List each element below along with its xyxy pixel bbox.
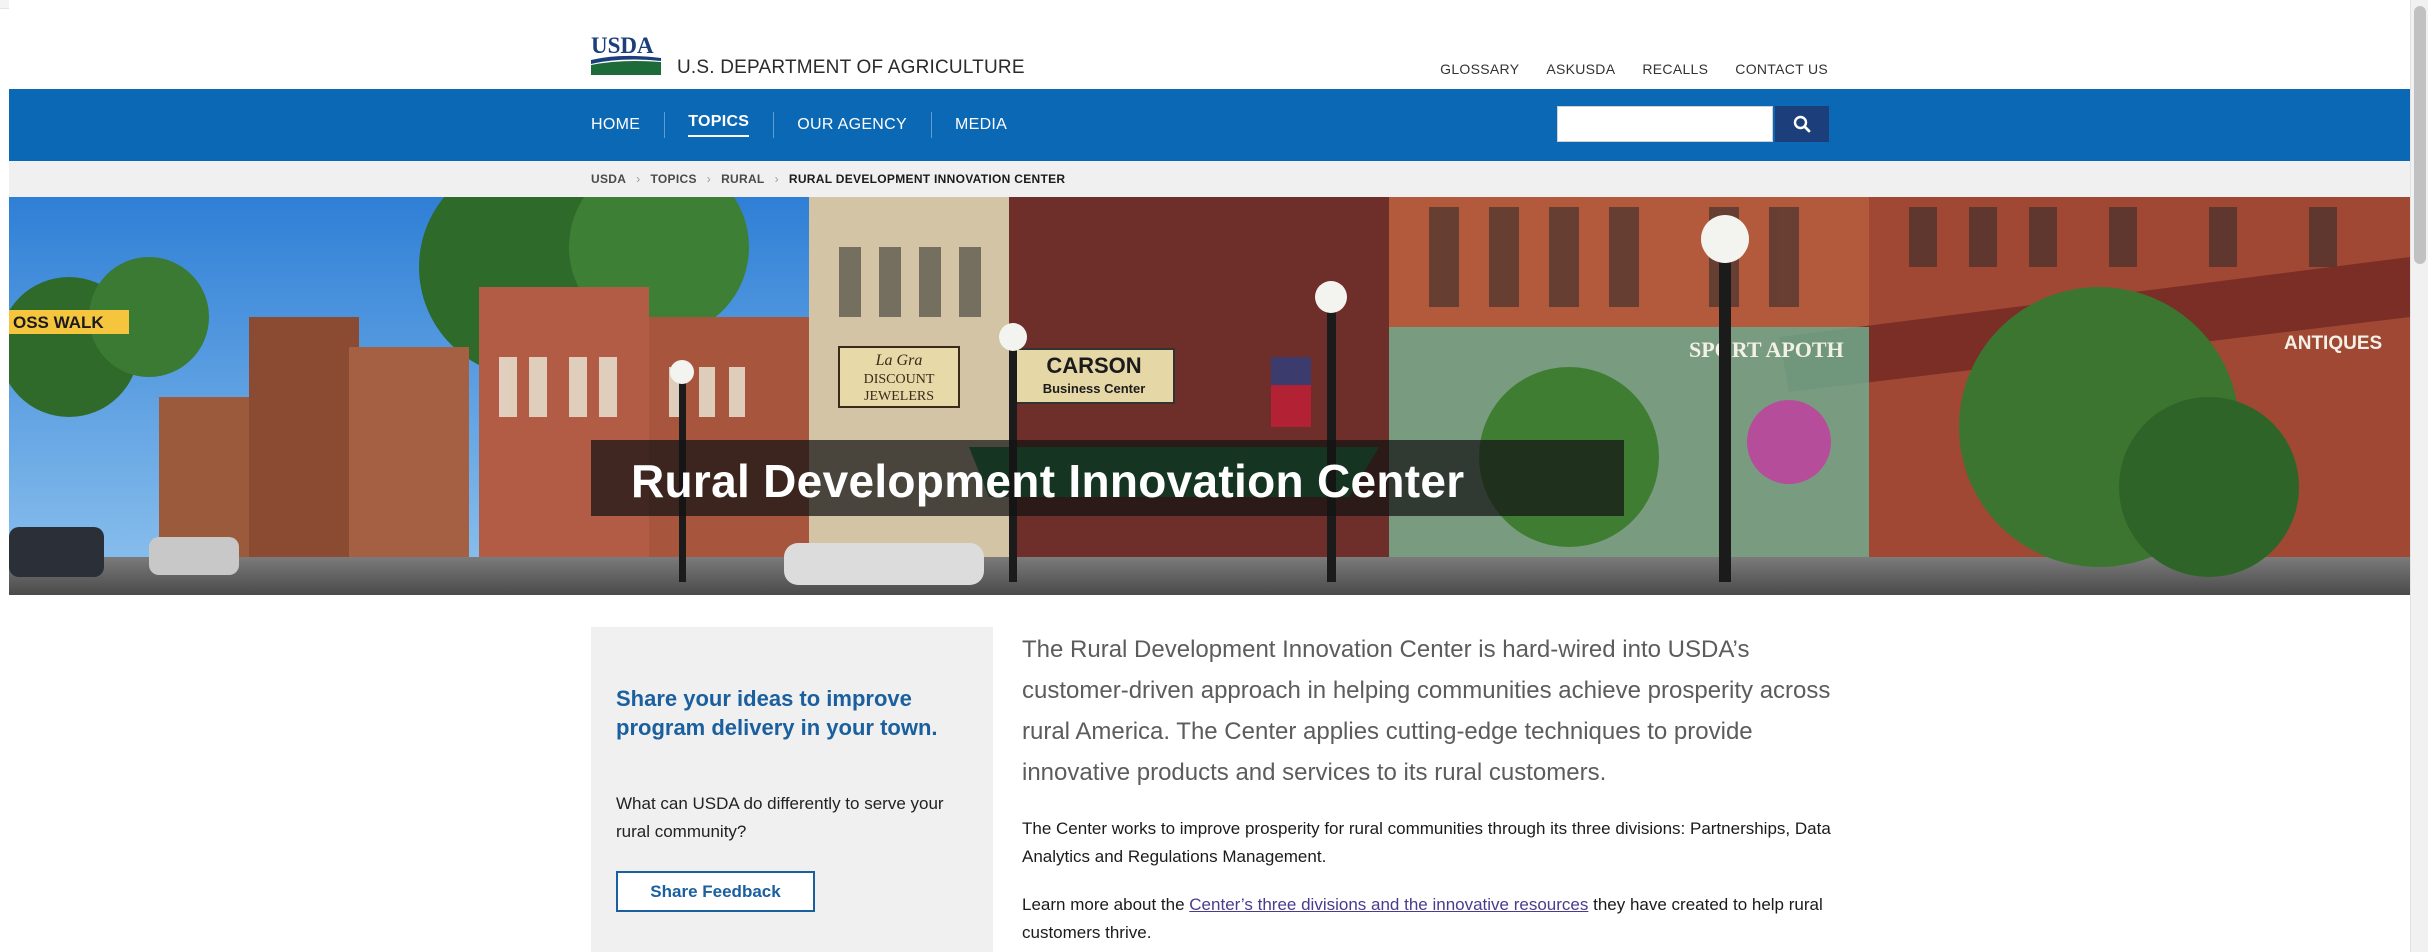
breadcrumb-link-topics[interactable]: TOPICS [651,172,697,186]
feedback-sidebar: Share your ideas to improve program deli… [591,627,993,952]
body-paragraph-learn-more: Learn more about the Center’s three divi… [1022,891,1832,947]
body-paragraph-divisions: The Center works to improve prosperity f… [1022,819,1831,866]
breadcrumb-separator-icon: › [706,172,712,186]
hero-banner: OSS WALK La Gra DISCOUNT JEWELERS CARSON… [9,197,2410,595]
nav-item-label: OUR AGENCY [797,116,907,133]
page: USDA U.S. DEPARTMENT OF AGRICULTURE GLOS… [9,0,2410,952]
breadcrumb-separator-icon: › [774,172,779,186]
main-navbar: HOME TOPICS OUR AGENCY MEDIA [9,89,2410,161]
apothecary-sign-text: SPORT APOTH [1689,337,1844,362]
utility-link-recalls[interactable]: RECALLS [1642,61,1708,77]
paragraph-text-before-link: Learn more about the [1022,895,1190,914]
crossing-sign-text: OSS WALK [13,313,104,332]
lead-paragraph: The Rural Development Innovation Center … [1022,636,1831,786]
nav-item-label: MEDIA [954,116,1008,133]
breadcrumb-bar: USDA › TOPICS › RURAL › RURAL DEVELOPMEN… [9,161,2410,197]
utility-link-glossary[interactable]: GLOSSARY [1440,61,1519,77]
hero-title-box: Rural Development Innovation Center [591,440,1624,516]
nav-item-label: HOME [591,116,641,133]
breadcrumb-link-rural[interactable]: RURAL [721,172,765,186]
utility-nav: GLOSSARY ASKUSDA RECALLS CONTACT US [1440,61,1828,77]
nav-item-home[interactable]: HOME [591,89,664,161]
jewelers-sign-line-3: JEWELERS [864,389,934,404]
sidebar-text: What can USDA do differently to serve yo… [616,794,944,841]
breadcrumb-current: RURAL DEVELOPMENT INNOVATION CENTER [788,172,1066,186]
divisions-resources-link[interactable]: Center’s three divisions and the innovat… [1189,895,1588,914]
nav-item-media[interactable]: MEDIA [930,89,1031,161]
antiques-sign-text: ANTIQUES [2284,333,2382,354]
breadcrumb-link-usda[interactable]: USDA [591,172,626,186]
nav-item-label: TOPICS [688,113,750,137]
main-nav: HOME TOPICS OUR AGENCY MEDIA [591,89,1031,161]
department-name[interactable]: U.S. DEPARTMENT OF AGRICULTURE [677,57,1025,79]
page-title: Rural Development Innovation Center [631,455,1465,507]
usda-logo-text: USDA [591,33,654,58]
hero-image: OSS WALK La Gra DISCOUNT JEWELERS CARSON… [9,197,2410,595]
main-content: The Rural Development Innovation Center … [1022,627,1832,947]
breadcrumb: USDA › TOPICS › RURAL › RURAL DEVELOPMEN… [591,172,1065,186]
utility-link-contact-us[interactable]: CONTACT US [1735,61,1828,77]
nav-item-our-agency[interactable]: OUR AGENCY [773,89,931,161]
nav-item-topics[interactable]: TOPICS [664,89,773,161]
vertical-scrollbar[interactable] [2410,0,2428,952]
sidebar-heading: Share your ideas to improve program deli… [616,686,938,740]
search-button[interactable] [1775,106,1829,142]
carson-sign-line-1: CARSON [1046,353,1141,378]
jewelers-sign-line-1: La Gra [875,352,923,369]
breadcrumb-separator-icon: › [636,172,641,186]
share-feedback-button[interactable]: Share Feedback [616,871,815,912]
search-input[interactable] [1557,106,1773,142]
jewelers-sign-line-2: DISCOUNT [864,372,935,387]
carson-sign-line-2: Business Center [1043,381,1146,396]
utility-link-askusda[interactable]: ASKUSDA [1546,61,1615,77]
search-icon [1793,115,1811,133]
site-header: USDA U.S. DEPARTMENT OF AGRICULTURE GLOS… [9,9,2410,89]
scrollbar-thumb[interactable] [2414,6,2426,264]
usda-logo[interactable]: USDA [591,33,665,77]
